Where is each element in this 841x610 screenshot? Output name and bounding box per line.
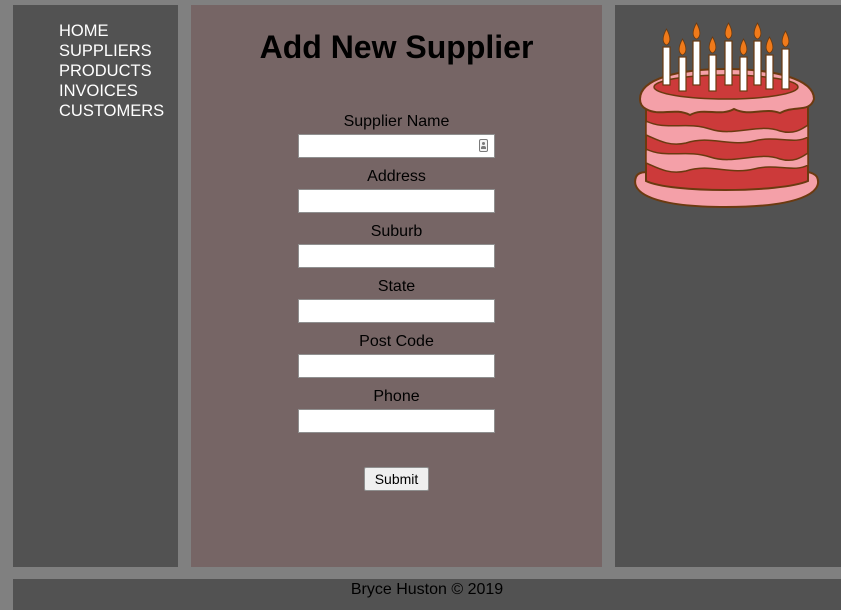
nav-link-invoices[interactable]: INVOICES <box>59 82 138 100</box>
nav-link-home[interactable]: HOME <box>59 22 109 40</box>
suburb-input[interactable] <box>298 244 495 268</box>
submit-button[interactable]: Submit <box>364 467 429 491</box>
phone-label: Phone <box>373 388 420 405</box>
address-group: Address <box>191 167 602 213</box>
footer-text: Bryce Huston © 2019 <box>350 581 504 598</box>
nav-sidebar: HOME SUPPLIERS PRODUCTS INVOICES CUSTOME… <box>13 5 178 567</box>
nav-item-customers: CUSTOMERS <box>59 101 164 121</box>
page-footer: Bryce Huston © 2019 <box>13 579 841 610</box>
state-group: State <box>191 277 602 323</box>
state-label: State <box>377 278 416 295</box>
phone-group: Phone <box>191 387 602 433</box>
nav-item-suppliers: SUPPLIERS <box>59 41 164 61</box>
state-input[interactable] <box>298 299 495 323</box>
supplier-name-wrapper <box>298 134 495 158</box>
supplier-name-group: Supplier Name <box>191 112 602 158</box>
post-code-input[interactable] <box>298 354 495 378</box>
nav-item-products: PRODUCTS <box>59 61 164 81</box>
nav-link-suppliers[interactable]: SUPPLIERS <box>59 42 152 60</box>
birthday-cake-icon <box>634 22 820 209</box>
post-code-group: Post Code <box>191 332 602 378</box>
page-title: Add New Supplier <box>259 29 534 65</box>
address-input[interactable] <box>298 189 495 213</box>
nav-link-products[interactable]: PRODUCTS <box>59 62 152 80</box>
image-sidebar <box>615 5 841 567</box>
post-code-label: Post Code <box>359 333 434 350</box>
phone-input[interactable] <box>298 409 495 433</box>
nav-item-invoices: INVOICES <box>59 81 164 101</box>
suburb-group: Suburb <box>191 222 602 268</box>
contact-card-icon[interactable] <box>479 139 488 152</box>
supplier-name-label: Supplier Name <box>343 113 450 130</box>
suburb-label: Suburb <box>370 223 423 240</box>
nav-item-home: HOME <box>59 21 164 41</box>
address-label: Address <box>367 168 426 185</box>
main-content: Add New Supplier Supplier Name Address S… <box>191 5 602 567</box>
nav-link-customers[interactable]: CUSTOMERS <box>59 102 164 120</box>
nav-menu: HOME SUPPLIERS PRODUCTS INVOICES CUSTOME… <box>59 21 164 121</box>
supplier-name-input[interactable] <box>298 134 495 158</box>
